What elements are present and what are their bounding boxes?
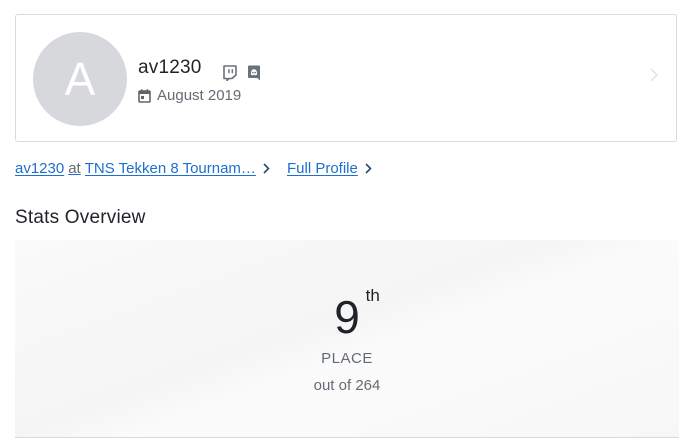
stats-panel: 9 th PLACE out of 264 — [15, 240, 679, 438]
username: av1230 — [138, 57, 202, 78]
place-number: 9 th — [334, 286, 380, 344]
chevron-right-icon[interactable] — [650, 68, 658, 82]
full-profile-group[interactable]: Full Profile — [287, 160, 372, 177]
social-icons — [222, 65, 262, 81]
place-rank: 9 th — [15, 286, 679, 344]
breadcrumb-links: av1230 at TNS Tekken 8 Tournam… Full Pro… — [15, 160, 372, 177]
joined-date-text: August 2019 — [157, 87, 242, 104]
place-number-value: 9 — [334, 291, 360, 343]
event-entry-link[interactable]: av1230 at TNS Tekken 8 Tournam… — [15, 160, 287, 177]
profile-card[interactable]: A av1230 August 2019 — [15, 14, 677, 142]
twitch-icon[interactable] — [222, 65, 238, 81]
place-suffix: th — [365, 286, 380, 305]
place-total: out of 264 — [313, 377, 381, 394]
discord-icon[interactable] — [246, 65, 262, 81]
avatar-initial: A — [64, 53, 96, 105]
full-profile-link[interactable]: Full Profile — [287, 160, 358, 177]
section-title: Stats Overview — [15, 207, 146, 228]
place-label: PLACE — [321, 350, 373, 367]
avatar: A — [33, 32, 127, 126]
event-link[interactable]: TNS Tekken 8 Tournam… — [85, 160, 256, 177]
joined-date: August 2019 — [138, 87, 241, 104]
calendar-icon — [138, 88, 151, 103]
player-link[interactable]: av1230 — [15, 160, 64, 177]
chevron-right-icon — [365, 163, 372, 174]
at-text: at — [68, 160, 81, 177]
chevron-right-icon — [263, 163, 270, 174]
